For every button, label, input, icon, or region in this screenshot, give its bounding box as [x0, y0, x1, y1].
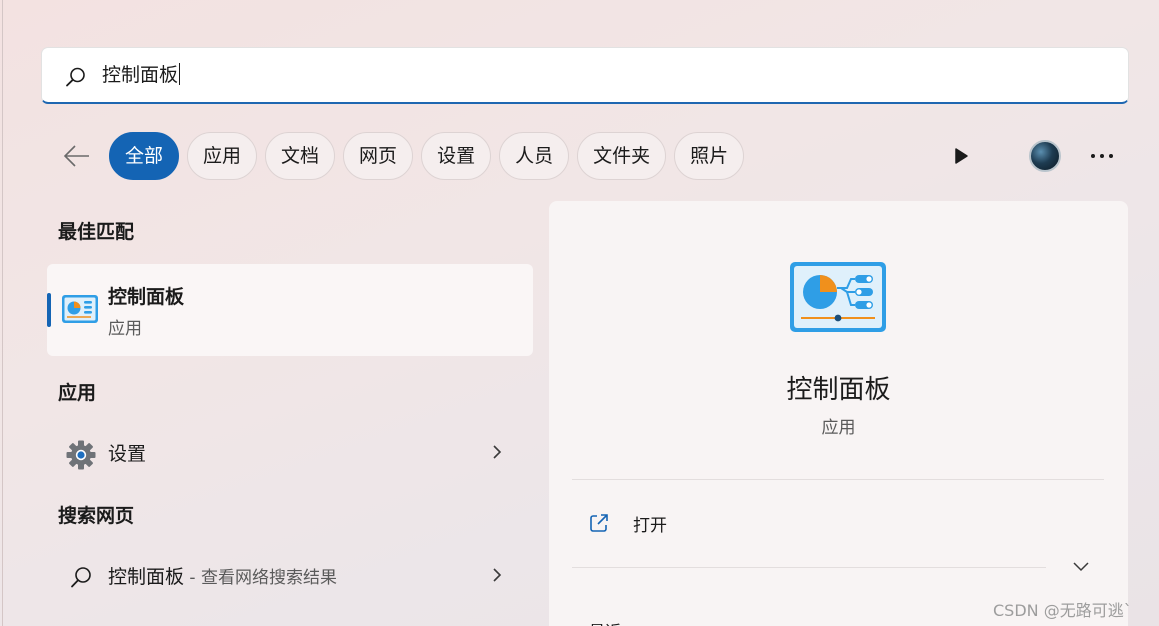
filter-chip-photos[interactable]: 照片 [674, 132, 745, 180]
selection-indicator [47, 293, 51, 327]
search-box[interactable]: 控制面板 [41, 47, 1129, 104]
play-icon[interactable] [949, 144, 973, 168]
chevron-right-icon[interactable] [489, 444, 505, 460]
app-result-label: 设置 [108, 443, 147, 465]
divider [572, 479, 1104, 480]
section-title-apps: 应用 [58, 382, 97, 404]
search-input[interactable]: 控制面板 [102, 61, 181, 89]
app-result-settings[interactable]: 设置 [47, 426, 533, 478]
divider [572, 567, 1046, 568]
text-caret [179, 63, 181, 85]
gear-icon [66, 440, 96, 470]
best-match-title: 控制面板 [108, 286, 185, 308]
web-result-item[interactable]: 控制面板 - 查看网络搜索结果 [47, 549, 533, 601]
web-result-label: 控制面板 - 查看网络搜索结果 [108, 562, 337, 589]
search-query-text: 控制面板 [102, 64, 179, 86]
chevron-right-icon[interactable] [489, 567, 505, 583]
more-options-icon[interactable] [1089, 146, 1115, 166]
section-title-best-match: 最佳匹配 [58, 221, 135, 243]
control-panel-icon [62, 295, 98, 323]
preview-title: 控制面板 [786, 375, 891, 405]
filter-chip-apps[interactable]: 应用 [187, 132, 258, 180]
best-match-subtitle: 应用 [108, 319, 142, 339]
filter-chips: 全部 应用 文档 网页 设置 人员 文件夹 照片 [109, 132, 745, 180]
filter-chip-all[interactable]: 全部 [109, 132, 180, 180]
preview-pane: 控制面板 应用 打开 最近 [549, 201, 1128, 626]
filter-chip-people[interactable]: 人员 [499, 132, 570, 180]
search-icon [71, 567, 91, 588]
section-title-web: 搜索网页 [58, 505, 135, 527]
back-arrow-icon[interactable] [61, 140, 93, 172]
watermark: CSDN @无路可逃` [993, 601, 1132, 620]
best-match-item[interactable]: 控制面板 应用 [47, 264, 533, 356]
avatar[interactable] [1029, 140, 1061, 172]
filter-chip-documents[interactable]: 文档 [265, 132, 336, 180]
chevron-down-icon[interactable] [1071, 559, 1091, 575]
control-panel-icon [790, 262, 886, 332]
web-result-query: 控制面板 [108, 566, 185, 588]
filter-chip-web[interactable]: 网页 [343, 132, 414, 180]
recent-section-title: 最近 [589, 618, 621, 626]
open-action-label: 打开 [633, 516, 667, 536]
search-window: 控制面板 全部 应用 文档 网页 设置 人员 文件夹 照片 最佳匹配 控制面板 … [2, 0, 1159, 626]
filter-chip-folders[interactable]: 文件夹 [577, 132, 667, 180]
web-result-suffix: - 查看网络搜索结果 [184, 568, 337, 588]
filter-chip-settings[interactable]: 设置 [421, 132, 492, 180]
open-external-icon [590, 514, 608, 532]
search-icon [66, 67, 85, 87]
preview-subtitle: 应用 [821, 418, 856, 438]
